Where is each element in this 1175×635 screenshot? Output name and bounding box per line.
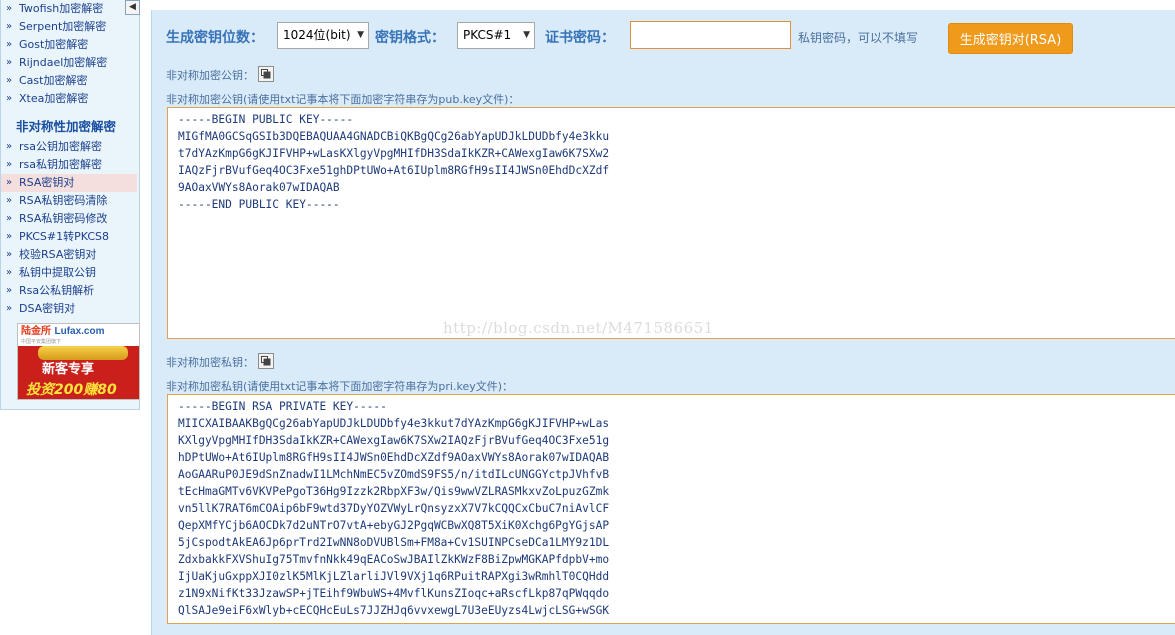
sidebar-item[interactable]: » Rijndael加密解密 [1,54,139,72]
sidebar-item-label: PKCS#1转PKCS8 [19,230,110,243]
sidebar-item-label: RSA私钥密码清除 [19,194,108,207]
key-bits-select[interactable]: 1024位(bit) ▼ [277,22,369,49]
double-chevron-right-icon: » [6,57,13,68]
sidebar-item-label: Twofish加密解密 [19,2,104,15]
generate-keypair-button[interactable]: 生成密钥对(RSA) [948,23,1073,54]
key-format-value: PKCS#1 [463,28,512,42]
sidebar-item[interactable]: » Serpent加密解密 [1,18,139,36]
private-key-title: 非对称加密私钥： [166,356,254,369]
double-chevron-right-icon: » [6,141,13,152]
sidebar-item[interactable]: » rsa私钥加密解密 [1,156,139,174]
public-key-title: 非对称加密公钥： [166,69,254,82]
key-bits-label: 生成密钥位数： [166,30,264,46]
double-chevron-right-icon: » [6,75,13,86]
sidebar-item-label: rsa私钥加密解密 [19,158,102,171]
ad-sub: 中国平安集团旗下 [21,339,62,345]
sidebar-item[interactable]: » rsa公钥加密解密 [1,138,139,156]
sidebar-item-label: RSA私钥密码修改 [19,212,108,225]
watermark: http://blog.csdn.net/M471586651 [443,319,714,337]
sidebar-item-label: Rijndael加密解密 [19,56,108,69]
sidebar-item[interactable]: » RSA密钥对 [1,174,137,192]
password-hint: 私钥密码，可以不填写 [798,31,919,45]
sidebar-rsa-list: » rsa公钥加密解密 » rsa私钥加密解密 » RSA密钥对 » RSA私钥密码清除 » RS… [1,138,139,318]
double-chevron-right-icon: » [6,159,13,170]
cert-password-label: 证书密码： [545,30,615,46]
ad-line1: 新客专享 [42,362,95,377]
copy-icon[interactable] [258,353,274,369]
double-chevron-right-icon: » [6,303,13,314]
sidebar: ◀ » Twofish加密解密» Serpent加密解密» Gost加密解密» Rijn… [0,0,140,410]
sidebar-item-label: rsa公钥加密解密 [19,140,102,153]
sidebar-item-label: Gost加密解密 [19,38,89,51]
sidebar-item[interactable]: » Gost加密解密 [1,36,139,54]
ad-brand-cn: 陆金所 [21,326,51,337]
sidebar-section-title: 非对称性加密解密 [16,119,117,134]
double-chevron-right-icon: » [6,3,13,14]
public-key-text: -----BEGIN PUBLIC KEY----- MIGfMA0GCSqGS… [178,113,610,211]
ad-line2: 投资200赚80 [26,382,117,398]
copy-icon[interactable] [258,66,274,82]
sidebar-item-label: Xtea加密解密 [19,92,89,105]
sidebar-item-label: DSA密钥对 [19,302,76,315]
sidebar-item[interactable]: » DSA密钥对 [1,300,139,318]
double-chevron-right-icon: » [6,267,13,278]
chevron-down-icon: ▼ [357,30,364,40]
double-chevron-right-icon: » [6,93,13,104]
sidebar-item[interactable]: » PKCS#1转PKCS8 [1,228,139,246]
double-chevron-right-icon: » [6,285,13,296]
double-chevron-right-icon: » [6,39,13,50]
double-chevron-right-icon: » [6,249,13,260]
sidebar-item[interactable]: » Twofish加密解密 [1,0,139,18]
double-chevron-right-icon: » [6,195,13,206]
key-format-label: 密钥格式： [375,30,445,46]
double-chevron-right-icon: » [6,21,13,32]
cert-password-input[interactable] [630,21,791,49]
key-format-select[interactable]: PKCS#1 ▼ [457,22,535,49]
double-chevron-right-icon: » [6,231,13,242]
sidebar-item-label: Rsa公私钥解析 [19,284,95,297]
double-chevron-right-icon: » [6,213,13,224]
chevron-down-icon: ▼ [523,30,530,40]
private-key-text: -----BEGIN RSA PRIVATE KEY----- MIICXAIB… [178,400,610,617]
key-bits-value: 1024位(bit) [283,28,351,42]
sidebar-item[interactable]: » Xtea加密解密 [1,90,139,108]
sidebar-item[interactable]: » RSA私钥密码清除 [1,192,139,210]
sidebar-item[interactable]: » Rsa公私钥解析 [1,282,139,300]
sidebar-item[interactable]: » 校验RSA密钥对 [1,246,139,264]
sidebar-item-label: RSA密钥对 [19,176,75,189]
public-key-textarea[interactable]: -----BEGIN PUBLIC KEY----- MIGfMA0GCSqGS… [167,107,1175,339]
private-key-textarea[interactable]: -----BEGIN RSA PRIVATE KEY----- MIICXAIB… [167,394,1175,624]
public-key-instruction: 非对称加密公钥(请使用txt记事本将下面加密字符串存为pub.key文件)： [166,93,520,106]
private-key-instruction: 非对称加密私钥(请使用txt记事本将下面加密字符串存为pri.key文件)： [166,380,514,393]
sidebar-item-label: 校验RSA密钥对 [19,248,97,261]
sidebar-item[interactable]: » Cast加密解密 [1,72,139,90]
sidebar-item-label: Serpent加密解密 [19,20,107,33]
lufax-ad-banner[interactable]: 陆金所 Lufax.com 中国平安集团旗下 新客专享 投资200赚80 [17,323,140,400]
sidebar-item-label: Cast加密解密 [19,74,88,87]
sidebar-item-label: 私钥中提取公钥 [19,266,96,279]
ad-brand-en: Lufax.com [54,326,105,337]
main-panel: 生成密钥位数： 1024位(bit) ▼ 密钥格式： PKCS#1 ▼ 证书密码… [151,10,1175,635]
double-chevron-right-icon: » [6,177,13,188]
sidebar-top-list: » Twofish加密解密 » Serpent加密解密 » Gost加密解密 » Rijnda… [1,0,139,108]
sidebar-item[interactable]: » 私钥中提取公钥 [1,264,139,282]
sidebar-item[interactable]: » RSA私钥密码修改 [1,210,139,228]
